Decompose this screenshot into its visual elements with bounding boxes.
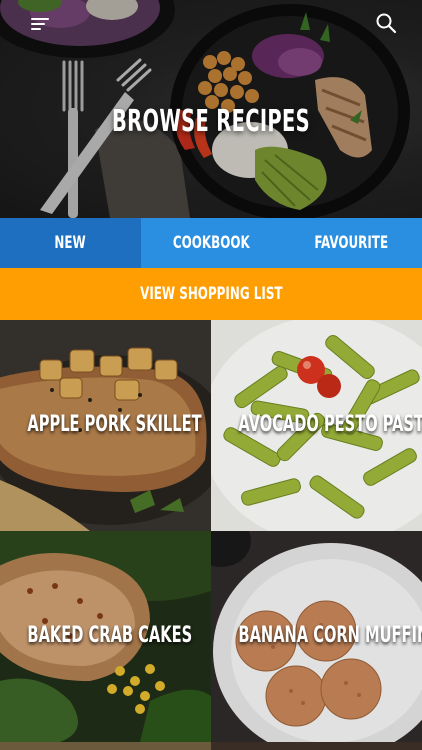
tab-favourite[interactable]: FAVOURITE [281, 218, 422, 268]
recipe-card-apple-pork-skillet[interactable]: APPLE PORK SKILLET [0, 320, 211, 531]
recipe-card-banana-corn-muffins[interactable]: BANANA CORN MUFFINS [211, 531, 422, 742]
page-title: BROWSE RECIPES [111, 104, 311, 139]
tab-cookbook[interactable]: COOKBOOK [141, 218, 282, 268]
recipe-card-partial[interactable] [0, 742, 211, 750]
tab-new-label: NEW [54, 233, 86, 253]
tab-cookbook-label: COOKBOOK [172, 233, 250, 253]
recipe-title: BANANA CORN MUFFINS [238, 622, 422, 648]
search-icon[interactable] [374, 11, 398, 35]
menu-icon[interactable] [28, 13, 54, 35]
view-shopping-list-button[interactable]: VIEW SHOPPING LIST [0, 268, 422, 320]
shopping-list-label: VIEW SHOPPING LIST [139, 284, 283, 304]
tab-bar: NEW COOKBOOK FAVOURITE [0, 218, 422, 268]
recipe-title: APPLE PORK SKILLET [27, 411, 202, 437]
recipe-card-baked-crab-cakes[interactable]: BAKED CRAB CAKES [0, 531, 211, 742]
recipe-title: BAKED CRAB CAKES [27, 622, 193, 648]
recipe-card-avocado-pesto-pasta[interactable]: AVOCADO PESTO PASTA [211, 320, 422, 531]
recipe-grid: APPLE PORK SKILLET AVOCADO PESTO PASTA B… [0, 320, 422, 750]
recipe-card-partial[interactable] [211, 742, 422, 750]
tab-new[interactable]: NEW [0, 218, 141, 268]
hero-banner: BROWSE RECIPES [0, 0, 422, 218]
recipe-title: AVOCADO PESTO PASTA [238, 411, 422, 437]
tab-favourite-label: FAVOURITE [314, 233, 389, 253]
